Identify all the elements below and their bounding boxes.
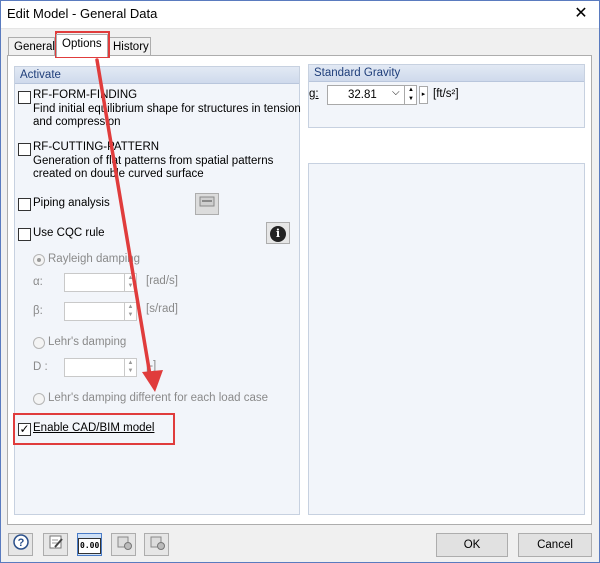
import-button[interactable]	[111, 533, 136, 556]
alpha-label: α:	[33, 276, 43, 288]
help-button[interactable]: ?	[8, 533, 33, 556]
gravity-expand-icon[interactable]: ▸	[419, 86, 428, 104]
cutting-pattern-desc-line2: created on double curved surface	[33, 168, 204, 180]
d-spinner[interactable]: ▲ ▼	[124, 359, 136, 376]
lehrs-damping-label: Lehr's damping	[48, 336, 127, 348]
cancel-button[interactable]: Cancel	[518, 533, 592, 557]
d-label: D :	[33, 361, 48, 373]
tab-options[interactable]: Options	[56, 34, 108, 57]
tab-history[interactable]: History	[108, 37, 151, 56]
form-finding-desc-line1: Find initial equilibrium shape for struc…	[33, 103, 301, 115]
preview-area	[308, 163, 585, 515]
d-unit: [-]	[146, 360, 157, 372]
close-icon[interactable]: ✕	[570, 3, 592, 25]
beta-input[interactable]: ▲ ▼	[64, 302, 137, 321]
window-title: Edit Model - General Data	[7, 6, 158, 21]
cad-bim-label: Enable CAD/BIM model	[33, 422, 155, 434]
lehrs-damping-each-label: Lehr's damping different for each load c…	[48, 392, 268, 404]
activate-group: Activate	[14, 66, 300, 515]
beta-spinner[interactable]: ▲ ▼	[124, 303, 136, 320]
gravity-value: 32.81	[348, 89, 377, 101]
form-finding-label: RF-FORM-FINDING	[33, 89, 138, 101]
cqc-info-button[interactable]: i	[266, 222, 290, 244]
cqc-rule-label: Use CQC rule	[33, 227, 105, 239]
help-icon: ?	[12, 534, 29, 550]
gravity-spinner[interactable]: ▲ ▼	[404, 86, 417, 104]
export-icon	[150, 536, 165, 550]
cad-bim-checkbox[interactable]: ✓	[18, 423, 31, 436]
alpha-spinner[interactable]: ▲ ▼	[124, 274, 136, 291]
gravity-g-label: g:	[309, 88, 319, 100]
form-finding-desc-line2: and compression	[33, 116, 121, 128]
cutting-pattern-desc-line1: Generation of flat patterns from spatial…	[33, 155, 274, 167]
piping-analysis-label: Piping analysis	[33, 197, 110, 209]
piping-icon	[199, 196, 215, 207]
piping-analysis-checkbox[interactable]	[18, 198, 31, 211]
lehrs-damping-radio[interactable]	[33, 337, 45, 349]
standard-gravity-title: Standard Gravity	[309, 65, 584, 82]
gravity-unit: [ft/s²]	[433, 88, 459, 100]
cqc-rule-checkbox[interactable]	[18, 228, 31, 241]
piping-settings-button[interactable]	[195, 193, 219, 215]
edit-icon	[49, 535, 63, 549]
svg-text:?: ?	[17, 537, 24, 549]
ok-button[interactable]: OK	[436, 533, 508, 557]
beta-label: β:	[33, 305, 43, 317]
edit-button[interactable]	[43, 533, 68, 556]
d-input[interactable]: ▲ ▼	[64, 358, 137, 377]
form-finding-checkbox[interactable]	[18, 91, 31, 104]
rayleigh-damping-radio[interactable]	[33, 254, 45, 266]
units-icon: 0.00	[78, 538, 102, 554]
alpha-unit: [rad/s]	[146, 275, 178, 287]
chevron-down-icon[interactable]: ⌵	[392, 87, 400, 98]
beta-unit: [s/rad]	[146, 303, 178, 315]
units-button[interactable]: 0.00	[77, 533, 102, 556]
import-icon	[117, 536, 132, 550]
cutting-pattern-label: RF-CUTTING-PATTERN	[33, 141, 160, 153]
gravity-value-field[interactable]: 32.81 ⌵ ▲ ▼	[327, 85, 417, 105]
info-icon: i	[270, 226, 286, 242]
title-bar: Edit Model - General Data ✕	[0, 0, 600, 29]
alpha-input[interactable]: ▲ ▼	[64, 273, 137, 292]
cutting-pattern-checkbox[interactable]	[18, 143, 31, 156]
export-button[interactable]	[144, 533, 169, 556]
lehrs-damping-each-radio[interactable]	[33, 393, 45, 405]
tab-general[interactable]: General	[8, 37, 55, 56]
activate-group-title: Activate	[15, 67, 299, 84]
rayleigh-damping-label: Rayleigh damping	[48, 253, 141, 265]
